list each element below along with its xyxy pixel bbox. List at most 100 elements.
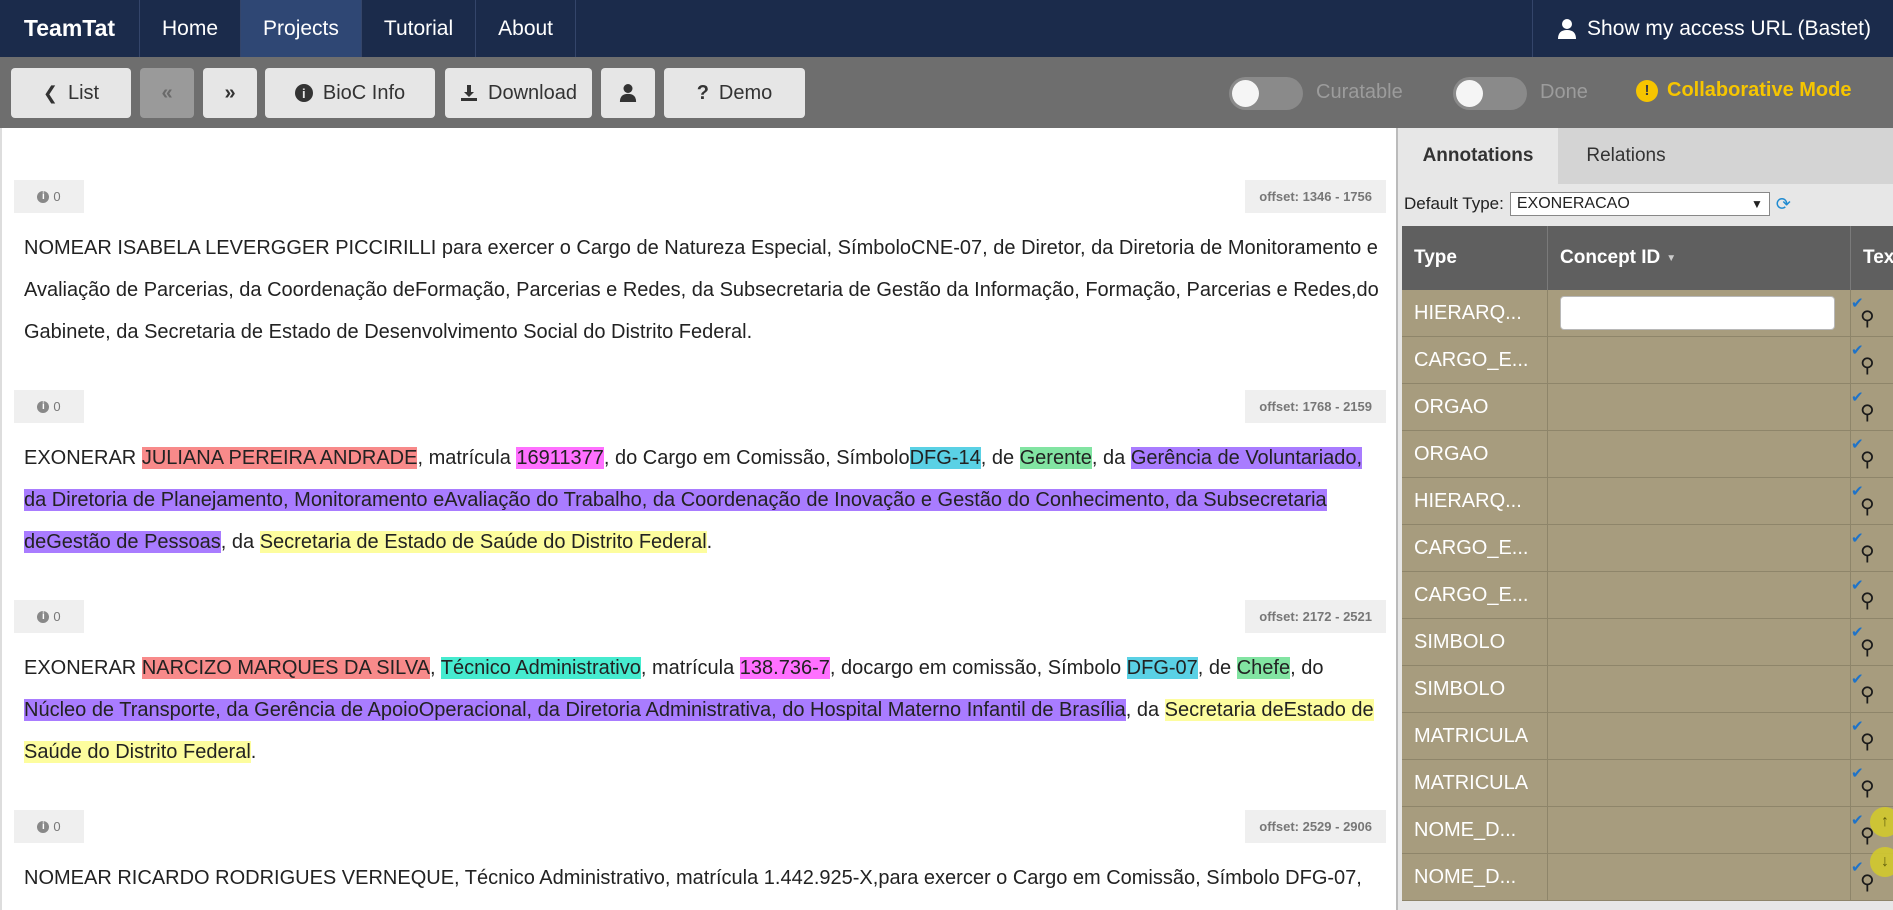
concept-id-cell[interactable] — [1548, 290, 1851, 337]
passage-info-badge[interactable]: i0 — [14, 600, 84, 633]
next-document-button[interactable]: » — [203, 68, 257, 118]
chevron-left-icon: ❮ — [42, 82, 58, 103]
demo-button[interactable]: ? Demo — [664, 68, 805, 118]
text-segment: , — [430, 657, 441, 679]
annotation-hierarquia[interactable]: Núcleo de Transporte, da Gerência de Apo… — [24, 699, 1126, 721]
tab-annotations[interactable]: Annotations — [1398, 128, 1558, 184]
default-type-select[interactable]: EXONERACAO ▼ — [1509, 192, 1770, 216]
user-button[interactable] — [601, 68, 655, 118]
text-segment: , docargo em comissão, Símbolo — [829, 657, 1127, 679]
search-icon[interactable]: ⚲ — [1860, 729, 1875, 754]
annotation-cargo[interactable]: Chefe — [1236, 657, 1291, 679]
concept-id-cell[interactable] — [1548, 619, 1851, 666]
search-icon[interactable]: ⚲ — [1860, 588, 1875, 613]
concept-id-cell[interactable] — [1548, 525, 1851, 572]
download-icon — [461, 85, 478, 101]
concept-id-cell[interactable] — [1548, 337, 1851, 384]
toggle-knob — [1232, 80, 1259, 107]
search-icon[interactable]: ⚲ — [1860, 635, 1875, 660]
annotation-row[interactable]: NOME_D... ✔ ⚲ — [1402, 854, 1893, 901]
annotation-row[interactable]: NOME_D... ✔ ⚲ — [1402, 807, 1893, 854]
text-segment: , de — [980, 447, 1020, 469]
annotation-row[interactable]: MATRICULA ✔ ⚲ — [1402, 713, 1893, 760]
search-icon[interactable]: ⚲ — [1860, 353, 1875, 378]
search-icon[interactable]: ⚲ — [1860, 776, 1875, 801]
nav-projects[interactable]: Projects — [241, 0, 362, 57]
prev-document-button[interactable]: « — [140, 68, 194, 118]
annotation-cargo-efetivo[interactable]: Técnico Administrativo — [440, 657, 641, 679]
annotation-row[interactable]: HIERARQ... ✔ ⚲ — [1402, 478, 1893, 525]
search-icon[interactable]: ⚲ — [1860, 682, 1875, 707]
bioc-info-button[interactable]: i BioC Info — [265, 68, 435, 118]
annotation-row[interactable]: ORGAO ✔ ⚲ — [1402, 431, 1893, 478]
passage-text[interactable]: EXONERAR NARCIZO MARQUES DA SILVA, Técni… — [14, 647, 1386, 773]
passage-info-badge[interactable]: i0 — [14, 180, 84, 213]
column-text[interactable]: Tex — [1851, 226, 1893, 290]
annotation-matricula[interactable]: 16911377 — [516, 447, 604, 469]
info-icon: i — [37, 820, 50, 833]
nav-tutorial[interactable]: Tutorial — [362, 0, 477, 57]
download-button[interactable]: Download — [445, 68, 592, 118]
annotation-row[interactable]: CARGO_E... ✔ ⚲ — [1402, 525, 1893, 572]
text-segment: , do — [1290, 657, 1324, 679]
annotation-cargo[interactable]: Gerente — [1019, 447, 1092, 469]
concept-id-cell[interactable] — [1548, 666, 1851, 713]
annotation-row[interactable]: SIMBOLO ✔ ⚲ — [1402, 666, 1893, 713]
annotation-row[interactable]: ORGAO ✔ ⚲ — [1402, 384, 1893, 431]
text-segment: , de — [1197, 657, 1237, 679]
annotation-type-cell: HIERARQ... — [1402, 290, 1548, 337]
annotation-nome[interactable]: NARCIZO MARQUES DA SILVA — [141, 657, 431, 679]
annotation-row[interactable]: MATRICULA ✔ ⚲ — [1402, 760, 1893, 807]
nav-about[interactable]: About — [476, 0, 577, 57]
concept-id-cell[interactable] — [1548, 384, 1851, 431]
curatable-toggle[interactable] — [1229, 77, 1303, 110]
passage-info-badge[interactable]: i0 — [14, 810, 84, 843]
document-view: i0 offset: 1346 - 1756 NOMEAR ISABELA LE… — [0, 128, 1396, 910]
annotation-simbolo[interactable]: DFG-14 — [909, 447, 981, 469]
tab-relations[interactable]: Relations — [1558, 128, 1694, 184]
concept-id-input[interactable] — [1560, 296, 1835, 330]
annotation-row[interactable]: CARGO_E... ✔ ⚲ — [1402, 337, 1893, 384]
concept-id-cell[interactable] — [1548, 760, 1851, 807]
annotation-row[interactable]: CARGO_E... ✔ ⚲ — [1402, 572, 1893, 619]
search-icon[interactable]: ⚲ — [1860, 541, 1875, 566]
nav-home[interactable]: Home — [140, 0, 242, 57]
search-icon[interactable]: ⚲ — [1860, 306, 1875, 331]
user-icon — [619, 84, 637, 102]
access-url-button[interactable]: Show my access URL (Bastet) — [1532, 0, 1893, 57]
annotation-matricula[interactable]: 138.736-7 — [739, 657, 830, 679]
done-toggle[interactable] — [1453, 77, 1527, 110]
annotation-simbolo[interactable]: DFG-07 — [1126, 657, 1198, 679]
annotation-row[interactable]: HIERARQ... ✔ ⚲ — [1402, 290, 1893, 337]
concept-id-cell[interactable] — [1548, 478, 1851, 525]
brand-logo[interactable]: TeamTat — [0, 0, 140, 57]
list-label: List — [67, 81, 100, 104]
collaborative-mode[interactable]: ! Collaborative Mode — [1636, 79, 1851, 102]
search-icon[interactable]: ⚲ — [1860, 494, 1875, 519]
concept-id-cell[interactable] — [1548, 713, 1851, 760]
search-icon[interactable]: ⚲ — [1860, 400, 1875, 425]
info-icon: i — [37, 400, 50, 413]
concept-id-cell[interactable] — [1548, 431, 1851, 478]
search-icon[interactable]: ⚲ — [1860, 870, 1875, 895]
scroll-up-button[interactable]: ↑ — [1870, 807, 1893, 837]
search-icon[interactable]: ⚲ — [1860, 447, 1875, 472]
scroll-down-button[interactable]: ↓ — [1870, 847, 1893, 877]
concept-id-cell[interactable] — [1548, 572, 1851, 619]
bioc-info-label: BioC Info — [322, 81, 406, 104]
concept-id-cell[interactable] — [1548, 854, 1851, 901]
double-chevron-right-icon: » — [224, 81, 236, 104]
refresh-icon[interactable]: ⟳ — [1776, 195, 1794, 213]
annotation-orgao[interactable]: Secretaria de Estado de Saúde do Distrit… — [259, 531, 707, 553]
passage-text[interactable]: NOMEAR RICARDO RODRIGUES VERNEQUE, Técni… — [14, 857, 1386, 899]
passage-text[interactable]: NOMEAR ISABELA LEVERGGER PICCIRILLI para… — [14, 227, 1386, 353]
list-button[interactable]: ❮ List — [11, 68, 131, 118]
column-concept-id[interactable]: Concept ID ▼ — [1548, 226, 1851, 290]
concept-id-cell[interactable] — [1548, 807, 1851, 854]
column-type[interactable]: Type — [1402, 226, 1548, 290]
grid-rows: HIERARQ... ✔ ⚲ CARGO_E... ✔ ⚲ ORGAO ✔ ⚲ ORGAO ✔ ⚲ HI… — [1402, 290, 1893, 901]
annotation-nome[interactable]: JULIANA PEREIRA ANDRADE — [141, 447, 418, 469]
annotation-row[interactable]: SIMBOLO ✔ ⚲ — [1402, 619, 1893, 666]
passage-text[interactable]: EXONERAR JULIANA PEREIRA ANDRADE, matríc… — [14, 437, 1386, 563]
passage-info-badge[interactable]: i0 — [14, 390, 84, 423]
